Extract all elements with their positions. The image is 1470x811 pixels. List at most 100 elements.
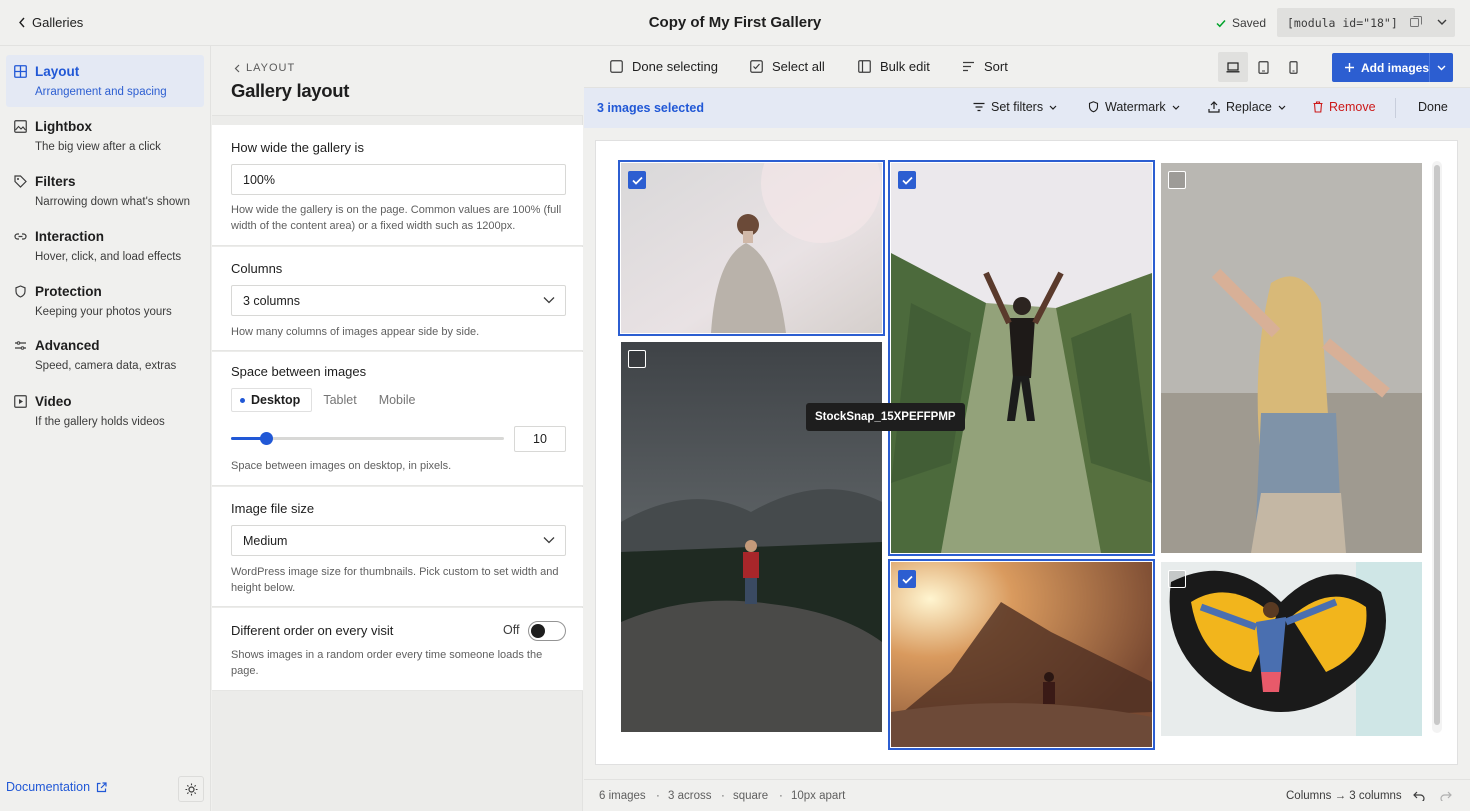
add-images-button[interactable]: Add images: [1332, 53, 1429, 82]
checkbox-checked-icon: [750, 60, 763, 73]
breadcrumb-label: LAYOUT: [246, 62, 296, 74]
checkbox-icon: [610, 60, 623, 73]
add-images-menu-button[interactable]: [1429, 53, 1453, 82]
select-all-button[interactable]: Select all: [750, 59, 825, 74]
nav-item-desc: Arrangement and spacing: [35, 86, 167, 98]
nav-item-desc: Keeping your photos yours: [35, 306, 172, 318]
nav-item-desc: The big view after a click: [35, 141, 161, 153]
gallery-image-sunset-mountain[interactable]: [888, 559, 1155, 750]
filesize-title: Image file size: [231, 501, 315, 516]
gallery-image-yoga-in-vineyard[interactable]: [888, 160, 1155, 556]
divider: [1395, 98, 1396, 118]
video-icon: [14, 395, 27, 408]
spacing-slider[interactable]: [231, 432, 504, 445]
back-to-galleries-link[interactable]: Galleries: [18, 15, 83, 30]
gallery-scrollbar[interactable]: [1432, 161, 1442, 733]
check-icon: [901, 176, 913, 185]
saved-label: Saved: [1232, 16, 1267, 30]
tablet-preview-button[interactable]: [1248, 52, 1278, 82]
gallery-width-input[interactable]: 100%: [231, 164, 566, 195]
nav-item-interaction[interactable]: Interaction Hover, click, and load effec…: [6, 220, 204, 272]
gallery-preview: StockSnap_15XPEFFPMP: [595, 140, 1458, 765]
plus-icon: [1345, 63, 1354, 72]
photo-woman-in-fog: [621, 163, 882, 333]
scrollbar-thumb[interactable]: [1434, 165, 1440, 725]
columns-help: How many columns of images appear side b…: [231, 326, 480, 338]
gallery-image-mural-jump[interactable]: [1161, 562, 1422, 736]
image-tooltip: StockSnap_15XPEFFPMP: [806, 403, 965, 431]
image-checkbox[interactable]: [628, 350, 646, 368]
image-count: 6 images: [599, 790, 646, 802]
filesize-value: Medium: [243, 533, 288, 548]
photo-yoga-in-vineyard: [891, 163, 1152, 553]
device-preview-group: [1218, 52, 1308, 82]
selection-bar: 3 images selected Set filters Watermark …: [584, 88, 1470, 128]
done-selecting-label: Done selecting: [632, 59, 718, 74]
nav-item-protection[interactable]: Protection Keeping your photos yours: [6, 275, 204, 327]
redo-icon[interactable]: [1440, 791, 1452, 801]
image-checkbox[interactable]: [1168, 570, 1186, 588]
breadcrumb[interactable]: LAYOUT: [234, 62, 295, 74]
nav-item-video[interactable]: Video If the gallery holds videos: [6, 385, 204, 437]
filesize-select[interactable]: Medium: [231, 525, 566, 556]
phone-icon: [1288, 60, 1298, 74]
replace-button[interactable]: Replace: [1208, 100, 1286, 114]
nav-item-label: Video: [35, 394, 72, 409]
random-title: Different order on every visit: [231, 623, 394, 638]
watermark-button[interactable]: Watermark: [1088, 100, 1180, 114]
nav-item-label: Layout: [35, 64, 80, 79]
saved-status: Saved: [1216, 16, 1266, 30]
shortcode-field[interactable]: [modula id="18"]: [1277, 8, 1455, 37]
replace-label: Replace: [1226, 100, 1272, 114]
image-checkbox[interactable]: [628, 171, 646, 189]
nav-item-filters[interactable]: Filters Narrowing down what's shown: [6, 165, 204, 217]
filesize-section: Image file size Medium WordPress image s…: [212, 487, 583, 607]
nav-item-advanced[interactable]: Advanced Speed, camera data, extras: [6, 329, 204, 381]
gallery-image-blonde-arms-out[interactable]: [1161, 163, 1422, 553]
chevron-down-icon: [1049, 105, 1057, 110]
set-filters-button[interactable]: Set filters: [973, 100, 1057, 114]
copy-icon[interactable]: [1409, 15, 1423, 29]
documentation-link[interactable]: Documentation: [6, 780, 107, 794]
settings-header: LAYOUT Gallery layout: [212, 46, 583, 116]
undo-icon[interactable]: [1413, 791, 1425, 801]
mobile-preview-button[interactable]: [1278, 52, 1308, 82]
sort-button[interactable]: Sort: [962, 59, 1008, 74]
gallery-image-hiker-on-cliff[interactable]: [621, 342, 882, 732]
check-icon: [631, 176, 643, 185]
image-checkbox[interactable]: [1168, 171, 1186, 189]
theme-toggle-button[interactable]: [178, 776, 204, 802]
tab-tablet[interactable]: Tablet: [312, 388, 367, 412]
documentation-label: Documentation: [6, 780, 91, 794]
nav-item-label: Advanced: [35, 338, 100, 353]
spacing-title: Space between images: [231, 364, 367, 379]
image-checkbox[interactable]: [898, 171, 916, 189]
desktop-preview-button[interactable]: [1218, 52, 1248, 82]
image-checkbox[interactable]: [898, 570, 916, 588]
status-bar: 6 images · 3 across · square · 10px apar…: [584, 779, 1470, 811]
chevron-down-icon[interactable]: [1435, 15, 1449, 29]
gallery-image-woman-in-fog[interactable]: [618, 160, 885, 336]
nav-item-label: Interaction: [35, 229, 105, 244]
bulk-edit-button[interactable]: Bulk edit: [858, 59, 930, 74]
check-icon: [1216, 19, 1226, 27]
image-icon: [14, 120, 27, 133]
tab-label: Tablet: [323, 393, 357, 407]
random-order-section: Different order on every visit Shows ima…: [212, 608, 583, 691]
photo-blonde-arms-out: [1161, 163, 1422, 553]
tab-desktop[interactable]: Desktop: [231, 388, 313, 412]
remove-button[interactable]: Remove: [1313, 100, 1376, 114]
nav-item-layout[interactable]: Layout Arrangement and spacing: [6, 55, 204, 107]
done-selecting-button[interactable]: Done selecting: [610, 59, 718, 74]
tab-mobile[interactable]: Mobile: [368, 388, 427, 412]
photo-hiker-on-cliff: [621, 342, 882, 732]
columns-select[interactable]: 3 columns: [231, 285, 566, 316]
random-order-toggle[interactable]: [528, 621, 566, 641]
spacing-number-input[interactable]: 10: [514, 426, 566, 452]
bulk-edit-icon: [858, 60, 871, 73]
filter-icon: [973, 102, 985, 112]
nav-item-lightbox[interactable]: Lightbox The big view after a click: [6, 110, 204, 162]
done-button[interactable]: Done: [1418, 100, 1448, 114]
set-filters-label: Set filters: [991, 100, 1044, 114]
photo-sunset-mountain: [891, 562, 1152, 747]
